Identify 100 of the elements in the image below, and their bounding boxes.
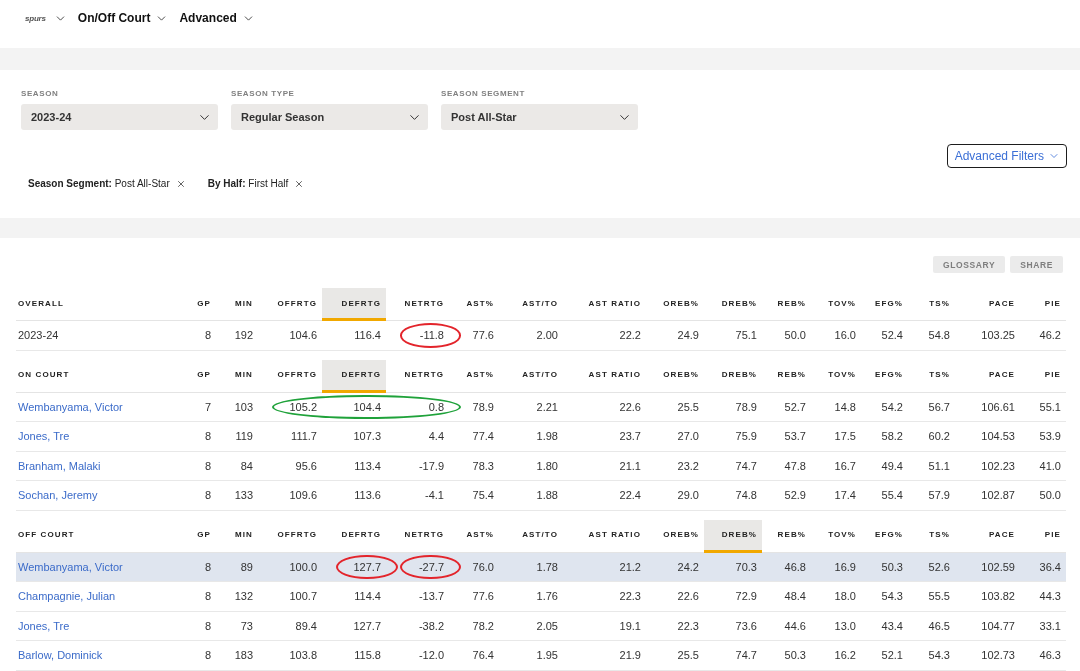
table-cell-text: 25.5 (676, 648, 700, 664)
column-header[interactable]: TS% (908, 359, 955, 393)
table-cell-text: 89 (239, 559, 254, 575)
table-cell-text: 46.5 (927, 618, 951, 634)
column-header[interactable]: OFFRTG (258, 359, 322, 393)
player-link[interactable]: Jones, Tre (18, 619, 70, 632)
column-header[interactable]: OFFRTG (258, 519, 322, 553)
select-dropdown[interactable]: 2023-24 (21, 104, 218, 130)
table-cell-text: 44.3 (1038, 589, 1062, 605)
column-header[interactable]: PACE (955, 519, 1020, 553)
column-header[interactable]: DEFRTG (322, 359, 386, 393)
column-header[interactable]: DEFRTG (322, 288, 386, 321)
table-cell-text: 18.0 (833, 589, 857, 605)
column-header[interactable]: TS% (908, 519, 955, 553)
table-cell-text: 116.4 (353, 328, 382, 344)
table-cell-text: 25.5 (676, 399, 700, 415)
table-row[interactable]: Barlow, Dominick 8 183 103.8 115.8 -12.0 76.4 1.95 21.9 25.5 74.7 50.3 16.2 52.1 54.3 102.73 46.3 (16, 641, 1066, 671)
column-header[interactable]: REB% (762, 359, 811, 393)
table-cell-text: 84 (239, 458, 254, 474)
column-header[interactable]: NETRTG (386, 288, 449, 321)
table-cell-text: 50.0 (783, 328, 807, 344)
advanced-filters-button[interactable]: Advanced Filters (946, 144, 1067, 168)
table-cell-text: 44.6 (783, 618, 807, 634)
table-row[interactable]: Champagnie, Julian 8 132 100.7 114.4 -13.7 77.6 1.76 22.3 22.6 72.9 48.4 18.0 54.3 55.5 103.82 44.3 (16, 582, 1066, 612)
column-header[interactable]: OREB% (646, 359, 704, 393)
column-header[interactable]: AST RATIO (563, 359, 646, 393)
column-header[interactable]: GP (176, 359, 216, 393)
column-header[interactable]: PIE (1020, 519, 1066, 553)
table-cell-text: 8 (203, 328, 212, 344)
column-header[interactable]: OREB% (646, 288, 704, 321)
column-header[interactable]: EFG% (861, 288, 908, 321)
table-cell-text: 100.0 (288, 559, 318, 575)
column-header[interactable]: REB% (762, 288, 811, 321)
table-cell-text: 53.9 (1038, 429, 1062, 445)
column-header[interactable]: TOV% (811, 519, 861, 553)
column-header[interactable]: GP (176, 288, 216, 321)
column-header[interactable]: ON COURT (16, 359, 176, 393)
table-row[interactable]: Wembanyama, Victor 7 103 105.2 104.4 0.8 78.9 2.21 22.6 25.5 78.9 52.7 14.8 54.2 56.7 106.61 55.1 (16, 392, 1066, 422)
nav-menu[interactable]: Advanced (179, 10, 255, 26)
table-cell-text: 2.05 (535, 618, 559, 634)
column-header[interactable]: AST% (449, 288, 499, 321)
table-row[interactable]: Branham, Malaki 8 84 95.6 113.4 -17.9 78.3 1.80 21.1 23.2 74.7 47.8 16.7 49.4 51.1 102.23 41.0 (16, 451, 1066, 481)
column-header[interactable]: TOV% (811, 288, 861, 321)
column-header[interactable]: NETRTG (386, 359, 449, 393)
close-icon[interactable] (175, 179, 186, 189)
table-row[interactable]: Jones, Tre 8 73 89.4 127.7 -38.2 78.2 2.05 19.1 22.3 73.6 44.6 13.0 43.4 46.5 104.77 33.1 (16, 611, 1066, 641)
table-row[interactable]: 2023-24 8 192 104.6 116.4 -11.8 77.6 2.00 22.2 24.9 75.1 50.0 16.0 52.4 54.8 103.25 46.2 (16, 321, 1066, 351)
player-link[interactable]: Wembanyama, Victor (18, 560, 123, 573)
column-header[interactable]: AST% (449, 359, 499, 393)
close-icon[interactable] (294, 179, 305, 189)
column-header[interactable]: AST% (449, 519, 499, 553)
select-dropdown[interactable]: Post All-Star (441, 104, 638, 130)
table-cell-text: 77.6 (471, 589, 495, 605)
column-header[interactable]: OFF COURT (16, 519, 176, 553)
column-header[interactable]: PACE (955, 288, 1020, 321)
table-cell-text: 16.7 (833, 458, 857, 474)
table-cell-text: 19.1 (618, 618, 642, 634)
column-header[interactable]: DREB% (704, 359, 762, 393)
column-header[interactable]: TS% (908, 288, 955, 321)
column-header[interactable]: GP (176, 519, 216, 553)
column-header[interactable]: OVERALL (16, 288, 176, 321)
table-cell-text: 100.7 (288, 589, 318, 605)
column-header[interactable]: AST/TO (499, 359, 563, 393)
table-cell-text: 8 (203, 648, 212, 664)
table-cell-text: 55.4 (880, 488, 904, 504)
column-header[interactable]: REB% (762, 519, 811, 553)
column-header[interactable]: DREB% (704, 519, 762, 553)
table-cell-text: -27.7 (417, 559, 445, 575)
player-link[interactable]: Wembanyama, Victor (18, 400, 123, 413)
column-header[interactable]: DREB% (704, 288, 762, 321)
table-row[interactable]: Wembanyama, Victor 8 89 100.0 127.7 -27.7 76.0 1.78 21.2 24.2 70.3 46.8 16.9 50.3 52.6 102.59 36.4 (16, 552, 1066, 582)
column-header[interactable]: PIE (1020, 288, 1066, 321)
select-dropdown[interactable]: Regular Season (231, 104, 428, 130)
column-header[interactable]: PIE (1020, 359, 1066, 393)
column-header[interactable]: EFG% (861, 359, 908, 393)
column-header[interactable]: AST/TO (499, 519, 563, 553)
player-link[interactable]: Sochan, Jeremy (18, 489, 98, 502)
table-row[interactable]: Jones, Tre 8 119 111.7 107.3 4.4 77.4 1.98 23.7 27.0 75.9 53.7 17.5 58.2 60.2 104.53 53.9 (16, 422, 1066, 452)
player-link[interactable]: Champagnie, Julian (18, 590, 116, 603)
column-header[interactable]: NETRTG (386, 519, 449, 553)
column-header[interactable]: MIN (216, 359, 258, 393)
nav-menu[interactable]: On/Off Court (77, 10, 169, 26)
column-header[interactable]: AST RATIO (563, 519, 646, 553)
column-header[interactable]: TOV% (811, 359, 861, 393)
column-header[interactable]: EFG% (861, 519, 908, 553)
table-row[interactable]: Sochan, Jeremy 8 133 109.6 113.6 -4.1 75.4 1.88 22.4 29.0 74.8 52.9 17.4 55.4 57.9 102.87 50.0 (16, 481, 1066, 511)
column-header[interactable]: OFFRTG (258, 288, 322, 321)
column-header[interactable]: AST RATIO (563, 288, 646, 321)
player-link[interactable]: Branham, Malaki (18, 459, 101, 472)
column-header[interactable]: DEFRTG (322, 519, 386, 553)
table-cell-text: 52.1 (880, 648, 904, 664)
column-header[interactable]: AST/TO (499, 288, 563, 321)
column-header[interactable]: MIN (216, 288, 258, 321)
player-link[interactable]: Jones, Tre (18, 430, 70, 443)
column-header[interactable]: OREB% (646, 519, 704, 553)
team-menu[interactable]: spurs (25, 10, 67, 26)
column-header[interactable]: PACE (955, 359, 1020, 393)
player-link[interactable]: Barlow, Dominick (18, 649, 103, 662)
column-header[interactable]: MIN (216, 519, 258, 553)
table-cell-text: 106.61 (980, 399, 1016, 415)
